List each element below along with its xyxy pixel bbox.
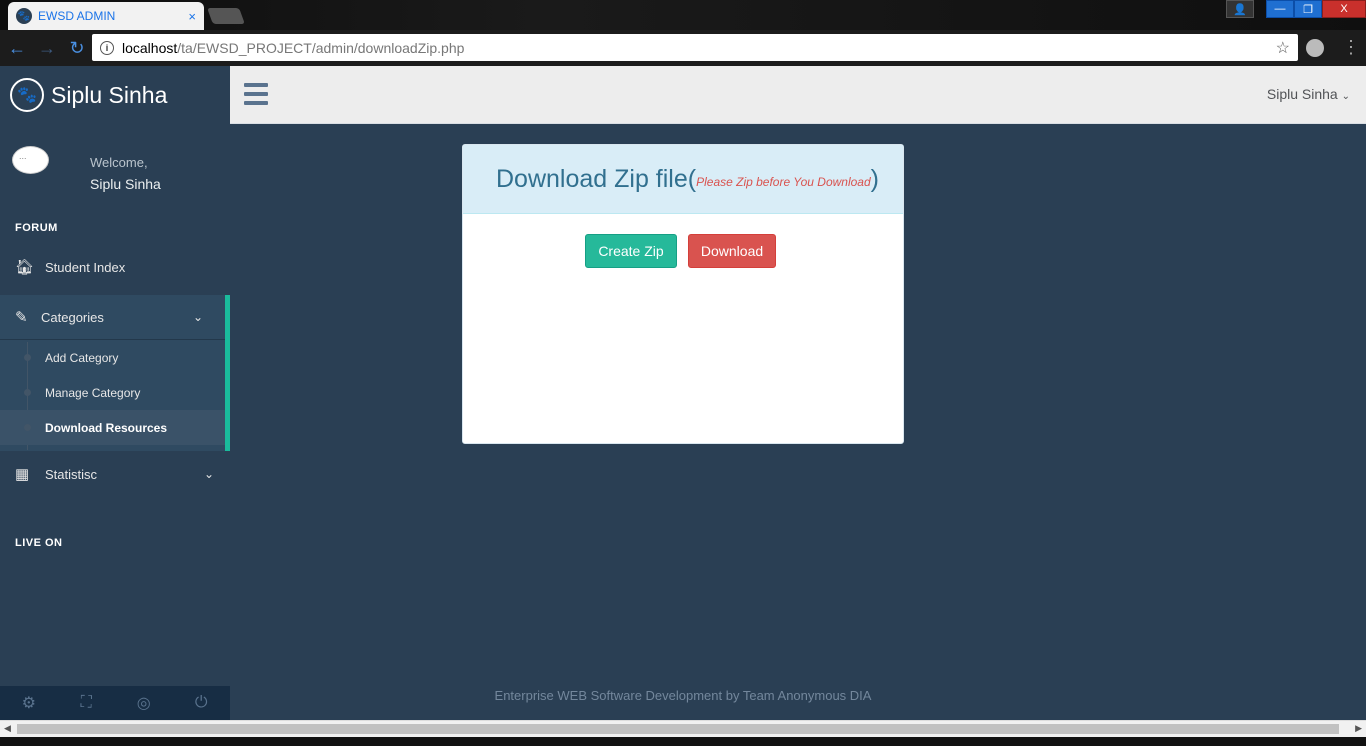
- zip-warning: Please Zip before You Download: [696, 174, 871, 189]
- paren-close: ): [870, 164, 879, 193]
- sidebar-item-label: Manage Category: [45, 385, 141, 400]
- bullet-icon: [24, 424, 31, 431]
- os-taskbar: [0, 737, 1366, 746]
- address-bar[interactable]: i localhost/ta/EWSD_PROJECT/admin/downlo…: [92, 34, 1298, 61]
- browser-toolbar: ← → ↻ i localhost/ta/EWSD_PROJECT/admin/…: [0, 30, 1366, 66]
- sidebar-item-add-category[interactable]: Add Category: [0, 340, 225, 375]
- info-icon[interactable]: i: [100, 40, 114, 55]
- sidebar-item-download-resources[interactable]: Download Resources: [0, 410, 225, 445]
- home-icon: 🏠︎: [15, 259, 35, 276]
- section-title-live: LIVE ON: [15, 537, 63, 549]
- sidebar: 🐾 Siplu Sinha ... Welcome, Siplu Sinha F…: [0, 66, 230, 720]
- extension-icon[interactable]: [1306, 39, 1324, 57]
- sidebar-item-label: Categories: [41, 309, 104, 325]
- button-row: Create Zip Download: [585, 234, 776, 268]
- bullet-icon: [24, 354, 31, 361]
- sidebar-item-label: Student Index: [45, 259, 126, 275]
- sidebar-item-label: Download Resources: [45, 420, 168, 435]
- profile-icon[interactable]: 👤: [1226, 0, 1254, 18]
- url-host: localhost: [122, 39, 178, 56]
- sidebar-item-label: Statistisc: [45, 466, 98, 482]
- chevron-down-icon: ⌄: [192, 310, 203, 324]
- paw-icon: 🐾: [10, 78, 44, 112]
- power-icon[interactable]: ⏻: [173, 686, 231, 720]
- browser-menu-icon[interactable]: ⋮: [1342, 38, 1360, 56]
- back-icon[interactable]: ←: [4, 35, 30, 61]
- bullet-icon: [24, 389, 31, 396]
- bookmark-star-icon[interactable]: ☆: [1276, 38, 1290, 58]
- page-footer: Enterprise WEB Software Development by T…: [494, 688, 872, 703]
- edit-icon: ✎: [15, 309, 28, 326]
- sidebar-item-label: Add Category: [45, 350, 119, 365]
- chevron-down-icon: ⌄: [1341, 91, 1350, 102]
- panel-title: Download Zip file: [496, 164, 688, 193]
- sidebar-item-categories[interactable]: ✎ Categories ⌄: [0, 295, 225, 340]
- scroll-left-icon[interactable]: ◀: [4, 723, 11, 734]
- sidebar-item-statistics[interactable]: ▦ Statistisc ⌄: [0, 452, 230, 496]
- table-icon: ▦: [15, 466, 30, 483]
- minimize-button[interactable]: —: [1266, 0, 1294, 18]
- new-tab-button[interactable]: [207, 8, 245, 24]
- scroll-right-icon[interactable]: ▶: [1355, 723, 1362, 734]
- welcome-text: Welcome,: [90, 155, 148, 170]
- download-zip-panel: Download Zip file(Please Zip before You …: [462, 144, 904, 444]
- top-nav: Siplu Sinha ⌄: [230, 66, 1366, 124]
- section-title-forum: FORUM: [15, 222, 58, 234]
- profile: ... Welcome, Siplu Sinha: [0, 124, 230, 204]
- eye-slash-icon[interactable]: ◎: [115, 686, 173, 720]
- tab-title: EWSD ADMIN: [38, 9, 116, 23]
- sidebar-footer: ⚙ ⛶ ◎ ⏻: [0, 686, 230, 720]
- paren-open: (: [687, 164, 697, 193]
- paw-favicon-icon: 🐾: [16, 8, 32, 24]
- fullscreen-icon[interactable]: ⛶: [58, 686, 116, 720]
- avatar: ...: [12, 146, 49, 174]
- browser-tabstrip: 🐾 EWSD ADMIN × 👤 — ❐ X: [0, 0, 1366, 30]
- gear-icon[interactable]: ⚙: [0, 686, 58, 720]
- create-zip-button[interactable]: Create Zip: [585, 234, 677, 268]
- browser-tab[interactable]: 🐾 EWSD ADMIN ×: [8, 2, 204, 30]
- forward-icon[interactable]: →: [34, 35, 60, 61]
- url-path: /ta/EWSD_PROJECT/admin/downloadZip.php: [177, 39, 465, 56]
- scrollbar-thumb[interactable]: [17, 724, 1339, 734]
- profile-user-name: Siplu Sinha: [90, 176, 161, 192]
- horizontal-scrollbar[interactable]: ◀ ▶: [0, 720, 1366, 737]
- sidebar-item-manage-category[interactable]: Manage Category: [0, 375, 225, 410]
- maximize-button[interactable]: ❐: [1294, 0, 1322, 18]
- user-menu-label: Siplu Sinha: [1266, 86, 1338, 102]
- categories-group: ✎ Categories ⌄ Add Category Manage Categ…: [0, 295, 230, 451]
- chevron-down-icon: ⌄: [203, 467, 214, 481]
- menu-toggle-icon[interactable]: [244, 83, 268, 105]
- brand-name: Siplu Sinha: [51, 81, 168, 108]
- close-window-button[interactable]: X: [1322, 0, 1366, 18]
- brand[interactable]: 🐾 Siplu Sinha: [0, 66, 230, 124]
- tab-close-icon[interactable]: ×: [188, 9, 196, 24]
- reload-icon[interactable]: ↻: [64, 35, 90, 61]
- sidebar-item-student-index[interactable]: 🏠︎ Student Index: [0, 245, 230, 289]
- panel-heading: Download Zip file(Please Zip before You …: [463, 145, 903, 214]
- download-button[interactable]: Download: [688, 234, 776, 268]
- user-menu[interactable]: Siplu Sinha ⌄: [1267, 86, 1350, 102]
- window-controls: 👤 — ❐ X: [1226, 0, 1366, 20]
